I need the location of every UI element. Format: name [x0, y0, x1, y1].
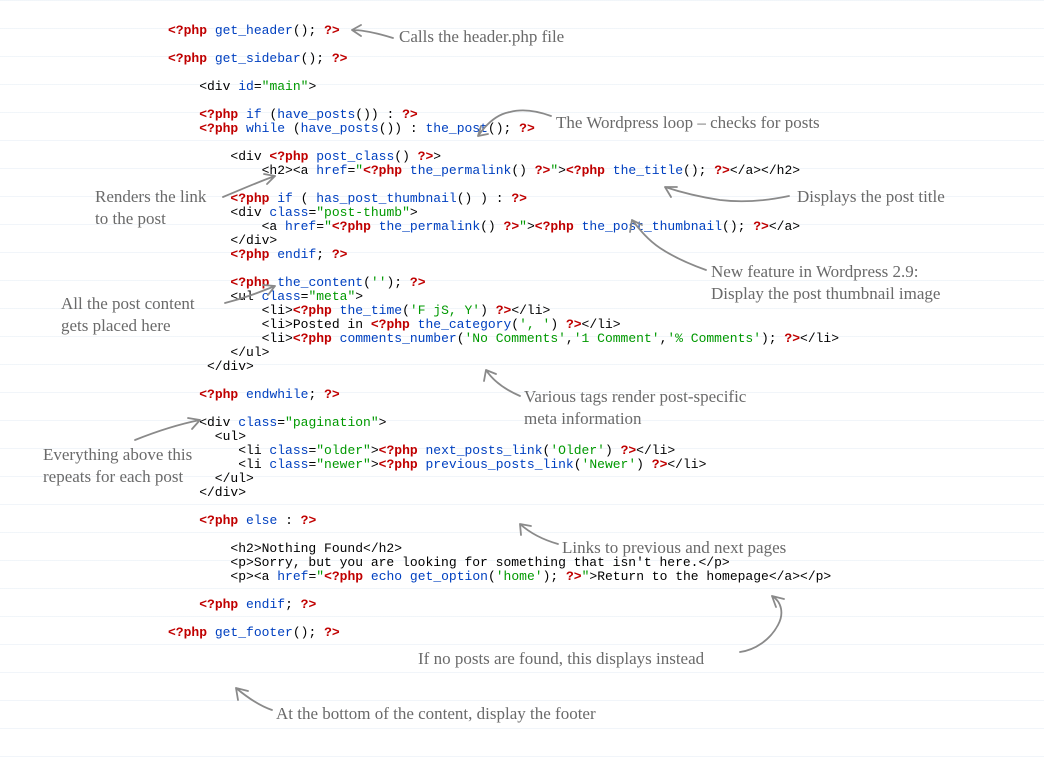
- annotation-thumb: New feature in Wordpress 2.9: Display th…: [711, 261, 940, 305]
- annotation-content: All the post content gets placed here: [61, 293, 195, 337]
- annotation-header: Calls the header.php file: [399, 26, 564, 48]
- annotation-link: Renders the link to the post: [95, 186, 206, 230]
- annotation-meta: Various tags render post-specific meta i…: [524, 386, 746, 430]
- annotation-loop: The Wordpress loop – checks for posts: [556, 112, 820, 134]
- annotation-else: If no posts are found, this displays ins…: [418, 648, 704, 670]
- annotation-title: Displays the post title: [797, 186, 945, 208]
- annotation-endwhile: Everything above this repeats for each p…: [43, 444, 192, 488]
- annotation-footer: At the bottom of the content, display th…: [276, 703, 596, 725]
- annotation-pagination: Links to previous and next pages: [562, 537, 786, 559]
